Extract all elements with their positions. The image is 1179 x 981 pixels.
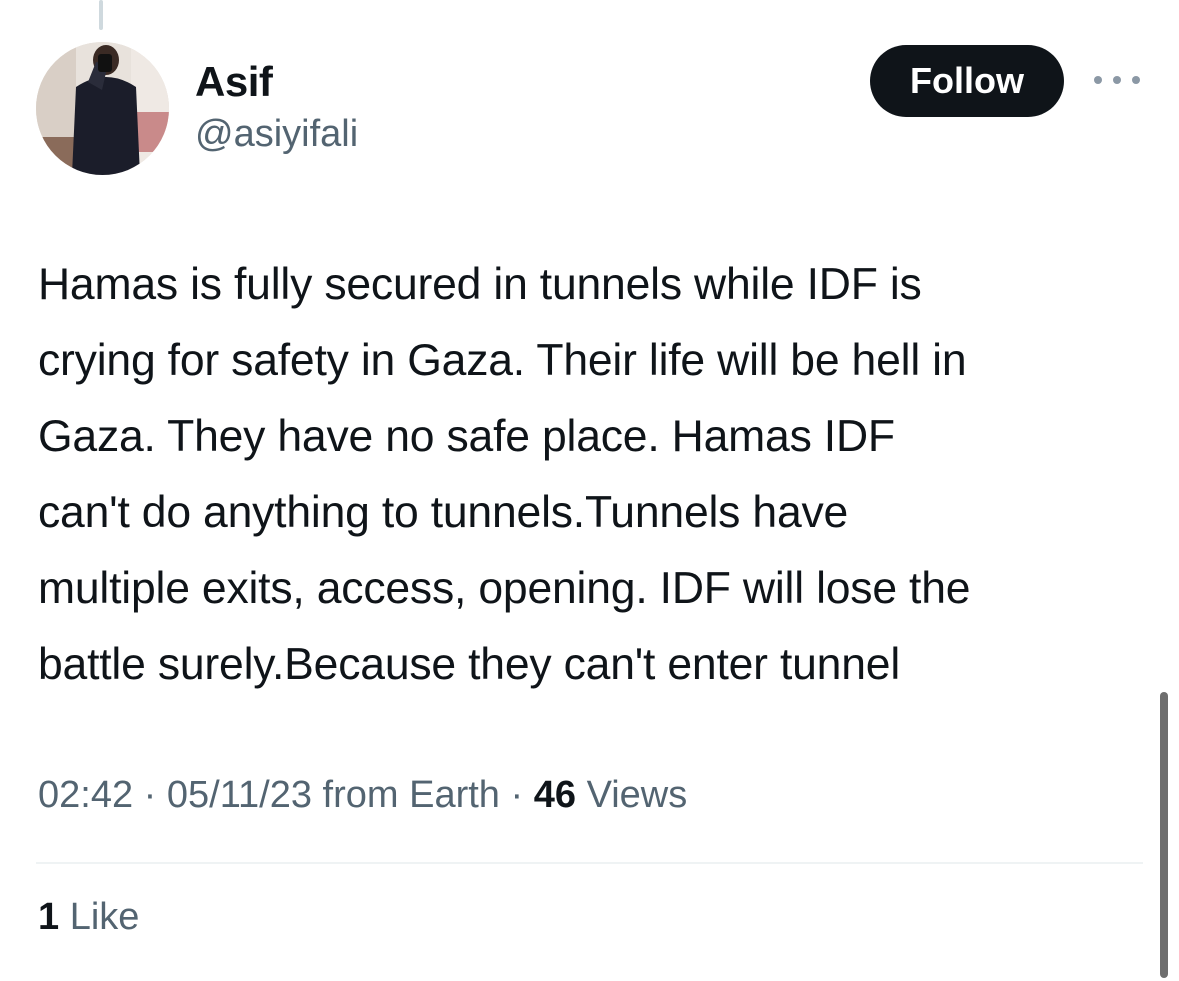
tweet-time[interactable]: 02:42 — [38, 774, 133, 816]
tweet-source: from Earth — [322, 774, 500, 816]
scrollbar[interactable] — [1160, 692, 1168, 978]
tweet-metadata: 02:42 · 05/11/23 from Earth · 46 Views — [38, 774, 687, 817]
thread-connector-line — [99, 0, 103, 30]
follow-button[interactable]: Follow — [870, 45, 1064, 117]
likes-count: 1 — [38, 896, 60, 938]
more-dot — [1132, 76, 1140, 84]
tweet-text: Hamas is fully secured in tunnels while … — [38, 260, 971, 689]
tweet-date[interactable]: 05/11/23 — [167, 774, 312, 816]
likes-label: Like — [69, 896, 140, 938]
avatar-image — [36, 42, 169, 175]
author-handle[interactable]: @asiyifali — [195, 113, 358, 156]
views-count[interactable]: 46 — [534, 774, 576, 816]
more-dot — [1113, 76, 1121, 84]
more-horizontal-icon[interactable] — [1094, 66, 1140, 94]
divider — [36, 862, 1143, 864]
meta-separator: · — [143, 774, 157, 816]
more-dot — [1094, 76, 1102, 84]
likes-stat[interactable]: 1 Like — [38, 896, 139, 939]
avatar[interactable] — [36, 42, 169, 175]
author-name[interactable]: Asif — [195, 58, 273, 106]
views-label[interactable]: Views — [587, 774, 688, 816]
meta-separator: · — [510, 774, 524, 816]
